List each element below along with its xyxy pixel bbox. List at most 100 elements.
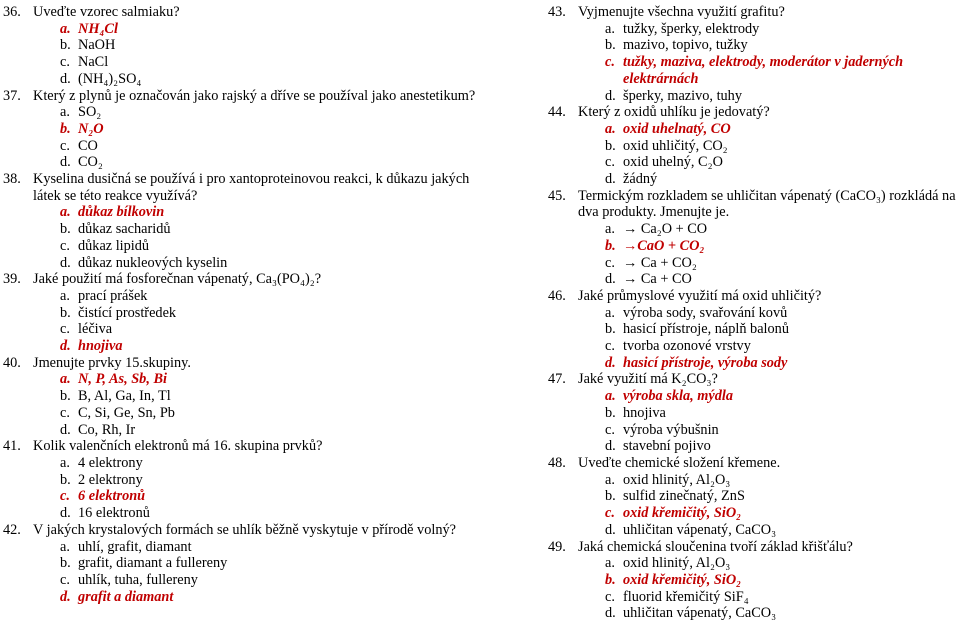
answer-option[interactable]: d. žádný bbox=[548, 171, 959, 188]
answer-option[interactable]: b. B, Al, Ga, In, Tl bbox=[3, 388, 480, 405]
answer-option-correct[interactable]: a. N, P, As, Sb, Bi bbox=[3, 371, 480, 388]
answer-option[interactable]: d. důkaz nukleových kyselin bbox=[3, 255, 480, 272]
answer-text: léčiva bbox=[78, 321, 113, 338]
answer-option[interactable]: b. mazivo, topivo, tužky bbox=[548, 37, 959, 54]
answer-option-correct[interactable]: c. 6 elektronů bbox=[3, 488, 480, 505]
answer-option[interactable]: a. tužky, šperky, elektrody bbox=[548, 21, 959, 38]
answer-option[interactable]: d. šperky, mazivo, tuhy bbox=[548, 88, 959, 105]
answer-text: tvorba ozonové vrstvy bbox=[623, 338, 751, 355]
answer-option-correct[interactable]: a. oxid uhelnatý, CO bbox=[548, 121, 959, 138]
answer-option-correct[interactable]: a. důkaz bílkovin bbox=[3, 204, 480, 221]
answer-option[interactable]: a. 4 elektrony bbox=[3, 455, 480, 472]
question-text: Uveďte vzorec salmiaku? bbox=[33, 4, 180, 20]
answer-option[interactable]: c. fluorid křemičitý SiF₄ bbox=[548, 589, 959, 606]
answer-option-correct[interactable]: d. hnojiva bbox=[3, 338, 480, 355]
answer-option-correct[interactable]: c. oxid křemičitý, SiO₂ bbox=[548, 505, 959, 522]
answer-letter: a. bbox=[60, 104, 70, 121]
answer-option-correct[interactable]: b. →CaO + CO₂ bbox=[548, 238, 959, 255]
question-number: 44. bbox=[548, 104, 566, 121]
answer-option[interactable]: d. CO₂ bbox=[3, 154, 480, 171]
question-line: 48. Uveďte chemické složení křemene. bbox=[548, 455, 959, 472]
answer-letter: b. bbox=[60, 37, 71, 54]
answer-option[interactable]: a. výroba sody, svařování kovů bbox=[548, 305, 959, 322]
question-number: 38. bbox=[3, 171, 21, 188]
answer-option[interactable]: a. prací prášek bbox=[3, 288, 480, 305]
answer-option[interactable]: b. NaOH bbox=[3, 37, 480, 54]
question-block: 48. Uveďte chemické složení křemene. a. oxi… bbox=[548, 455, 959, 539]
answer-text: N, P, As, Sb, Bi bbox=[78, 371, 167, 388]
question-line: 42. V jakých krystalových formách se uhlí… bbox=[3, 522, 480, 539]
answer-letter: b. bbox=[60, 120, 71, 137]
answer-option[interactable]: c. CO bbox=[3, 138, 480, 155]
answer-text: oxid hlinitý, Al₂O₃ bbox=[623, 555, 731, 572]
answer-option[interactable]: a. → Ca₂O + CO bbox=[548, 221, 959, 238]
answer-text: uhličitan vápenatý, CaCO₃ bbox=[623, 605, 777, 622]
answer-option[interactable]: b. grafit, diamant a fullereny bbox=[3, 555, 480, 572]
answer-option[interactable]: b. sulfid zinečnatý, ZnS bbox=[548, 488, 959, 505]
answer-option[interactable]: a. SO₂ bbox=[3, 104, 480, 121]
answer-option[interactable]: c. NaCl bbox=[3, 54, 480, 71]
question-text: Uveďte chemické složení křemene. bbox=[578, 454, 781, 471]
answer-option-correct[interactable]: d. grafit a diamant bbox=[3, 589, 480, 606]
answer-option[interactable]: a. uhlí, grafit, diamant bbox=[3, 539, 480, 556]
question-line: 36. Uveďte vzorec salmiaku? bbox=[3, 4, 480, 21]
answer-option[interactable]: d. uhličitan vápenatý, CaCO₃ bbox=[548, 605, 959, 622]
answer-option[interactable]: c. oxid uhelný, C₂O bbox=[548, 154, 959, 171]
answer-option-correct[interactable]: c. tužky, maziva, elektrody, moderátor v … bbox=[548, 54, 959, 87]
answer-option[interactable]: c. léčiva bbox=[3, 321, 480, 338]
answer-option[interactable]: d. uhličitan vápenatý, CaCO₃ bbox=[548, 522, 959, 539]
answer-option[interactable]: c. uhlík, tuha, fullereny bbox=[3, 572, 480, 589]
answer-option[interactable]: d. (NH₄)₂SO₄ bbox=[3, 71, 480, 88]
answer-option[interactable]: d. 16 elektronů bbox=[3, 505, 480, 522]
answer-text: grafit a diamant bbox=[78, 588, 174, 605]
question-line: 49. Jaká chemická sloučenina tvoří základ… bbox=[548, 539, 959, 556]
answer-letter: d. bbox=[60, 70, 71, 87]
question-number: 43. bbox=[548, 4, 566, 20]
answer-letter: b. bbox=[605, 488, 616, 505]
answer-option-correct[interactable]: a. NH₄Cl bbox=[3, 21, 480, 38]
question-block: 49. Jaká chemická sloučenina tvoří základ… bbox=[548, 539, 959, 623]
answer-letter: c. bbox=[60, 488, 70, 505]
answer-letter: d. bbox=[605, 354, 616, 371]
question-number: 45. bbox=[548, 187, 566, 204]
question-line: 38. Kyselina dusičná se používá i pro xan… bbox=[3, 171, 480, 204]
answer-option[interactable]: b. hnojiva bbox=[548, 405, 959, 422]
answer-option[interactable]: c. výroba výbušnin bbox=[548, 422, 959, 439]
answer-option[interactable]: d. Co, Rh, Ir bbox=[3, 422, 480, 439]
answer-letter: d. bbox=[605, 87, 616, 104]
answer-text: oxid hlinitý, Al₂O₃ bbox=[623, 471, 731, 488]
question-number: 39. bbox=[3, 271, 21, 288]
answer-option[interactable]: d. stavební pojivo bbox=[548, 438, 959, 455]
answer-option[interactable]: a. oxid hlinitý, Al₂O₃ bbox=[548, 472, 959, 489]
answer-option-correct[interactable]: d. hasicí přístroje, výroba sody bbox=[548, 355, 959, 372]
answer-option[interactable]: b. 2 elektrony bbox=[3, 472, 480, 489]
question-text: Jaké průmyslové využití má oxid uhličitý… bbox=[578, 287, 822, 304]
answer-option[interactable]: b. čistící prostředek bbox=[3, 305, 480, 322]
answer-option[interactable]: c. tvorba ozonové vrstvy bbox=[548, 338, 959, 355]
question-line: 39. Jaké použití má fosforečnan vápenatý,… bbox=[3, 271, 480, 288]
answer-option[interactable]: b. důkaz sacharidů bbox=[3, 221, 480, 238]
answer-option[interactable]: c. C, Si, Ge, Sn, Pb bbox=[3, 405, 480, 422]
answer-text: uhlík, tuha, fullereny bbox=[78, 571, 198, 588]
answer-letter: a. bbox=[60, 454, 70, 471]
answer-text: oxid křemičitý, SiO₂ bbox=[623, 505, 742, 522]
answer-option[interactable]: a. oxid hlinitý, Al₂O₃ bbox=[548, 555, 959, 572]
answer-option[interactable]: b. hasicí přístroje, náplň balonů bbox=[548, 321, 959, 338]
question-block: 38. Kyselina dusičná se používá i pro xan… bbox=[3, 171, 480, 271]
answer-letter: b. bbox=[60, 471, 71, 488]
answer-option-correct[interactable]: a. výroba skla, mýdla bbox=[548, 388, 959, 405]
answer-text: NaCl bbox=[78, 54, 109, 71]
answer-option[interactable]: b. oxid uhličitý, CO₂ bbox=[548, 138, 959, 155]
answer-option-correct[interactable]: b. oxid křemičitý, SiO₂ bbox=[548, 572, 959, 589]
answer-option[interactable]: c. → Ca + CO₂ bbox=[548, 255, 959, 272]
answer-letter: b. bbox=[605, 237, 616, 254]
answer-letter: b. bbox=[605, 321, 616, 338]
question-text: Jaká chemická sloučenina tvoří základ kř… bbox=[578, 538, 853, 555]
question-number: 47. bbox=[548, 371, 566, 388]
answer-option[interactable]: d. → Ca + CO bbox=[548, 271, 959, 288]
answer-option[interactable]: c. důkaz lipidů bbox=[3, 238, 480, 255]
question-number: 41. bbox=[3, 438, 21, 455]
answer-option-correct[interactable]: b. N₂O bbox=[3, 121, 480, 138]
answer-text: C, Si, Ge, Sn, Pb bbox=[78, 404, 175, 421]
answer-letter: a. bbox=[60, 204, 71, 221]
